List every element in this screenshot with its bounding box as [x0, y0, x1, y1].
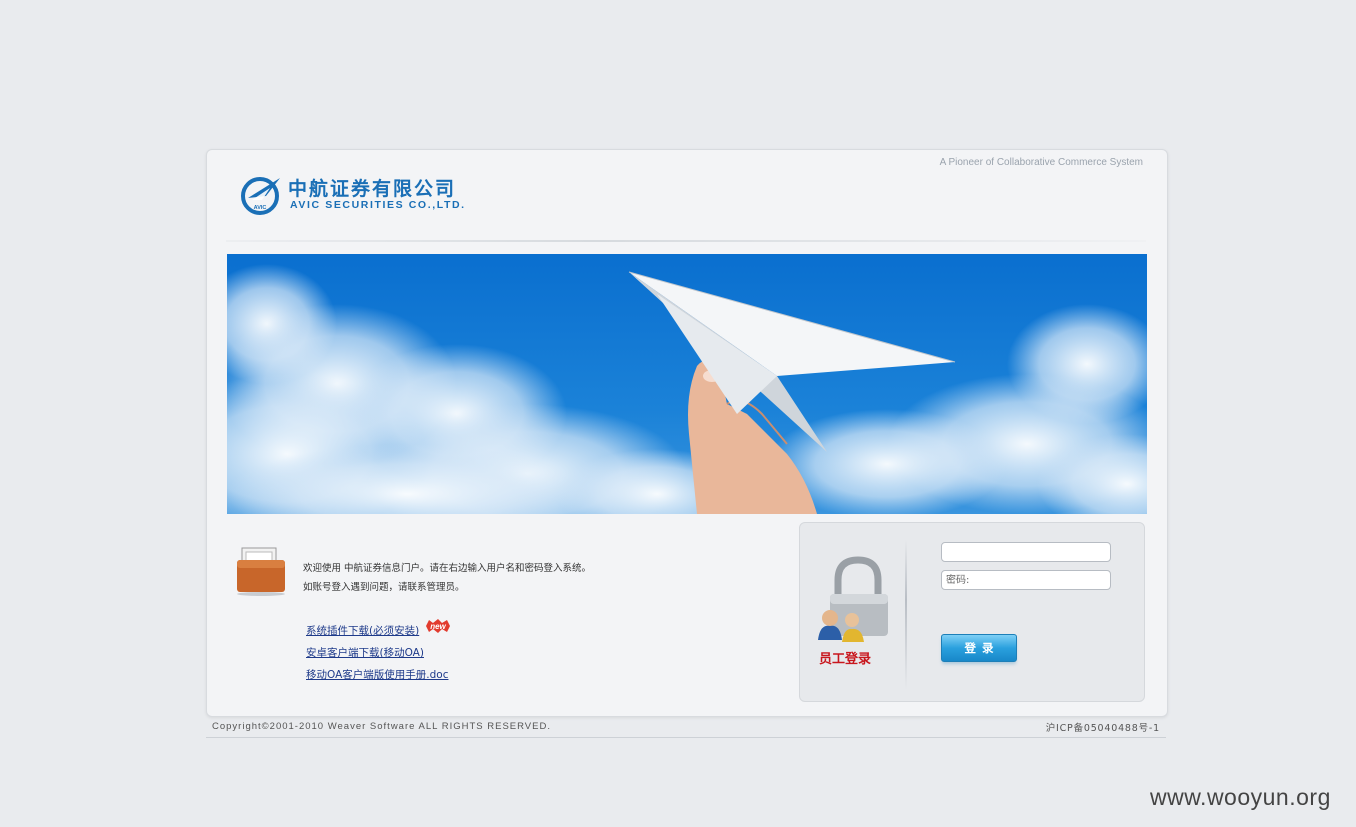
- welcome-text: 欢迎使用 中航证券信息门户。请在右边输入用户名和密码登入系统。 如账号登入遇到问…: [303, 559, 591, 597]
- padlock-users-icon: [818, 556, 888, 642]
- watermark-text: www.wooyun.org: [1150, 784, 1331, 810]
- briefcase-icon: [237, 547, 285, 596]
- banner-image: [227, 254, 1147, 514]
- company-logo: AVIC 中航证券有限公司 AVIC SECURITIES CO.,LTD.: [240, 172, 480, 218]
- logo-mark-text: AVIC: [254, 205, 267, 211]
- welcome-line-2: 如账号登入遇到问题，请联系管理员。: [303, 582, 465, 593]
- login-panel-divider: [905, 540, 907, 690]
- sky-paper-plane-illustration: [227, 254, 1147, 514]
- icp-license-text: 沪ICP备05040488号-1: [1045, 723, 1160, 734]
- footer-divider: [206, 737, 1166, 738]
- mobile-oa-manual-link[interactable]: 移动OA客户端版使用手册.doc: [306, 664, 448, 686]
- new-badge-text: new: [430, 622, 446, 631]
- tagline: A Pioneer of Collaborative Commerce Syst…: [939, 157, 1143, 168]
- employee-login-label: 员工登录: [819, 652, 872, 667]
- username-input[interactable]: [941, 542, 1111, 562]
- login-button[interactable]: 登录: [941, 634, 1017, 662]
- company-name-en: AVIC SECURITIES CO.,LTD.: [290, 199, 466, 211]
- android-client-download-link[interactable]: 安卓客户端下载(移动OA): [306, 642, 448, 664]
- company-name-cn: 中航证券有限公司: [288, 178, 457, 200]
- welcome-line-1: 欢迎使用 中航证券信息门户。请在右边输入用户名和密码登入系统。: [303, 563, 592, 574]
- copyright-text: Copyright©2001-2010 Weaver Software ALL …: [212, 721, 551, 732]
- header-divider: [226, 240, 1146, 242]
- password-input[interactable]: [941, 570, 1111, 590]
- new-badge-icon: new: [426, 619, 450, 633]
- avic-logo-icon: AVIC: [241, 177, 280, 215]
